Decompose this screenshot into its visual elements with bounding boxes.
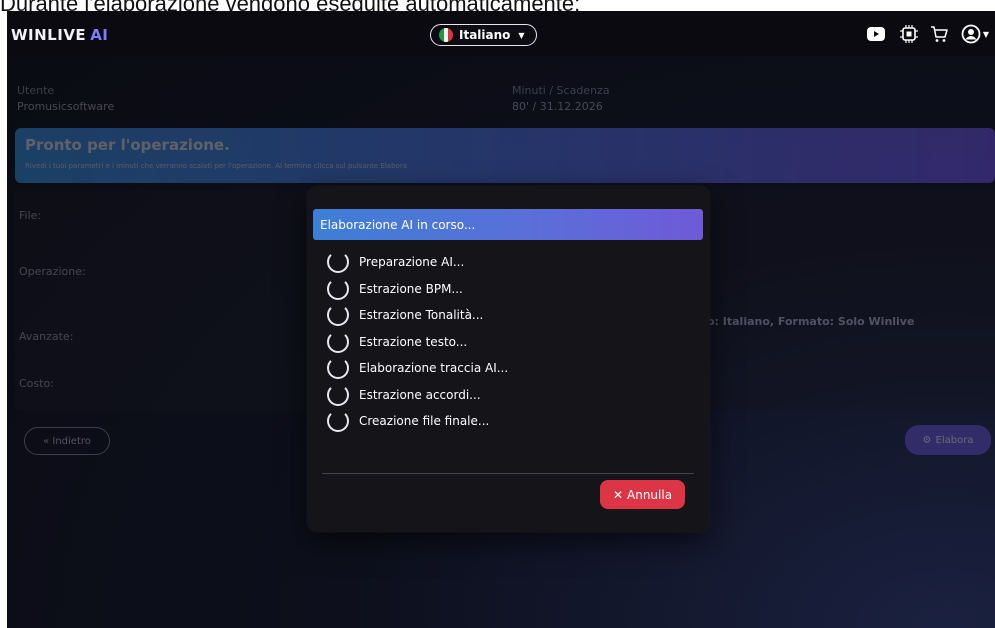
spinner-icon [327,277,349,300]
modal-header: Elaborazione AI in corso... [313,209,703,240]
italy-flag-icon [439,28,453,42]
back-button[interactable]: « Indietro [24,427,110,455]
spinner-icon [327,251,349,274]
advanced-label: Avanzate: [19,330,74,343]
step-item: Creazione file finale... [327,408,508,435]
youtube-icon[interactable] [865,24,887,44]
back-button-label: « Indietro [43,435,91,447]
step-item: Estrazione testo... [327,329,508,356]
minutes-label: Minuti / Scadenza [512,84,610,97]
spinner-icon [327,383,349,406]
processing-modal: Elaborazione AI in corso... Preparazione… [307,186,710,532]
step-label: Creazione file finale... [359,414,490,429]
step-item: Preparazione AI... [327,249,508,276]
status-banner: Pronto per l'operazione. Rivedi i tuoi p… [15,128,995,183]
language-label: Italiano [459,28,511,42]
chevron-down-icon: ▼ [982,29,990,39]
app-window: WINLIVE AI Italiano ▼ ▼ Utente Promusicso… [7,11,995,628]
cancel-button-label: Annulla [627,487,673,502]
chip-icon[interactable] [898,24,920,44]
banner-title: Pronto per l'operazione. [25,136,230,154]
step-label: Elaborazione traccia AI... [359,361,509,376]
step-label: Preparazione AI... [359,255,465,270]
step-list: Preparazione AI... Estrazione BPM... Est… [327,249,508,435]
step-label: Estrazione Tonalità... [359,308,484,323]
process-button[interactable]: ⚙ Elabora [905,425,991,455]
logo[interactable]: WINLIVE AI [11,26,108,44]
chevron-down-icon: ▼ [518,30,525,40]
step-item: Elaborazione traccia AI... [327,355,508,382]
user-label: Utente [17,84,55,97]
modal-title: Elaborazione AI in corso... [320,217,476,232]
modal-divider [322,473,694,474]
gear-icon: ⚙ [922,434,932,446]
cancel-button[interactable]: ✕ Annulla [600,480,685,509]
user-value: Promusicsoftware [17,100,115,113]
logo-ai-text: AI [90,26,109,44]
advanced-value: o: Italiano, Formato: Solo Winlive [707,315,915,328]
spinner-icon [327,410,349,433]
step-item: Estrazione accordi... [327,382,508,409]
process-button-label: Elabora [935,434,974,446]
spinner-icon [327,304,349,327]
cart-icon[interactable] [928,24,950,44]
banner-text: Rivedi i tuoi parametri e i minuti che v… [25,162,407,170]
user-icon [961,24,981,44]
step-label: Estrazione BPM... [359,281,463,296]
operation-label: Operazione: [19,265,86,278]
minutes-value: 80' / 31.12.2026 [512,100,603,113]
spinner-icon [327,330,349,353]
spinner-icon [327,357,349,380]
user-menu-button[interactable]: ▼ [960,24,990,44]
close-icon: ✕ [612,487,623,502]
step-label: Estrazione testo... [359,334,468,349]
cost-label: Costo: [19,377,54,390]
file-label: File: [19,209,42,222]
language-dropdown[interactable]: Italiano ▼ [430,24,537,46]
page-caption: Durante l'elaborazione vengono eseguite … [0,0,995,11]
step-label: Estrazione accordi... [359,387,481,402]
step-item: Estrazione BPM... [327,276,508,303]
top-navbar: WINLIVE AI Italiano ▼ ▼ [7,11,995,56]
step-item: Estrazione Tonalità... [327,302,508,329]
logo-text: WINLIVE [11,26,87,44]
